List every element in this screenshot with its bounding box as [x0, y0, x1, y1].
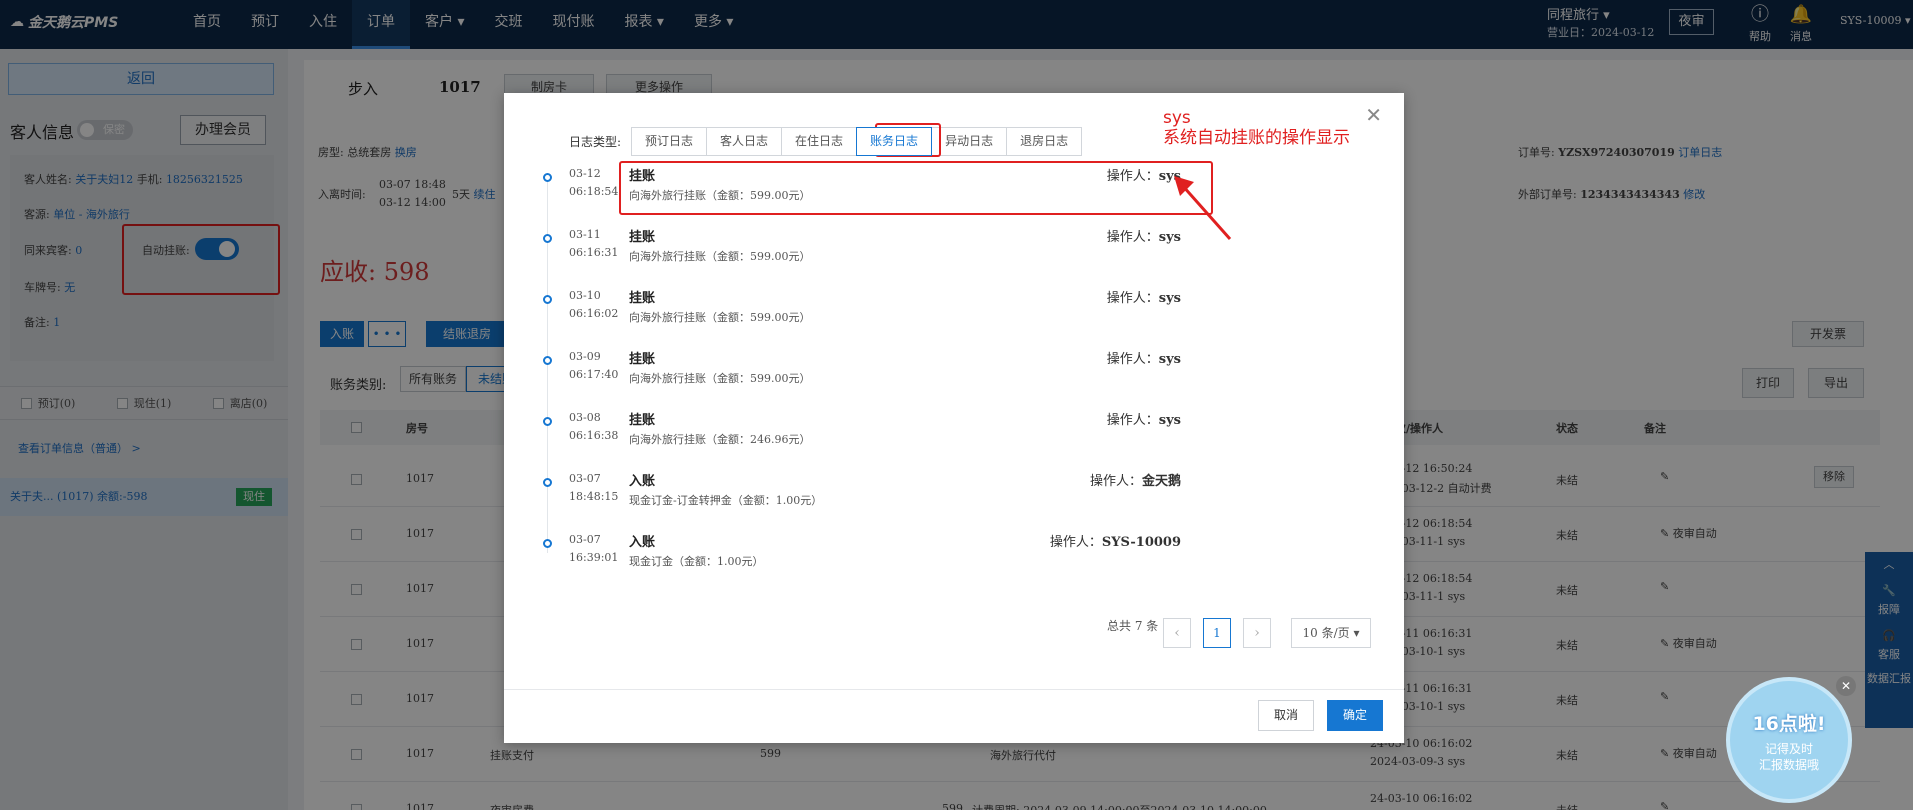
entry-description: 现金订金（金额：1.00元） — [629, 555, 764, 568]
log-entry: 03-08 06:16:38 挂账向海外旅行挂账（金额：246.96元） 操作人：sy… — [504, 409, 1404, 459]
log-entry: 03-11 06:16:31 挂账向海外旅行挂账（金额：599.00元） 操作人：sy… — [504, 226, 1404, 276]
entry-operator: 操作人：SYS-10009 — [1049, 535, 1181, 550]
entry-description: 向海外旅行挂账（金额：246.96元） — [629, 433, 811, 446]
entry-description: 向海外旅行挂账（金额：599.00元） — [629, 372, 811, 385]
entry-datetime: 03-09 06:17:40 — [569, 350, 619, 381]
tab-account-log[interactable]: 账务日志 — [856, 127, 933, 156]
next-page-button[interactable]: › — [1243, 618, 1271, 648]
timeline-dot — [543, 295, 552, 304]
entry-operator: 操作人：sys — [1106, 413, 1181, 428]
entry-datetime: 03-10 06:16:02 — [569, 289, 619, 320]
entry-datetime: 03-07 18:48:15 — [569, 472, 619, 503]
log-entry: 03-07 16:39:01 入账现金订金（金额：1.00元） 操作人：SYS-100… — [504, 531, 1404, 581]
cancel-button[interactable]: 取消 — [1258, 700, 1314, 731]
timeline-dot — [543, 539, 552, 548]
tab-reservation-log[interactable]: 预订日志 — [631, 127, 708, 156]
page-1-button[interactable]: 1 — [1203, 618, 1231, 648]
log-dialog: ✕ 日志类型: 预订日志 客人日志 在住日志 账务日志 异动日志 退房日志 03… — [504, 93, 1404, 743]
entry-title: 入账 — [629, 474, 656, 489]
total-count: 总共 7 条 — [1107, 619, 1159, 633]
entry-title: 挂账 — [629, 291, 656, 306]
entry-description: 向海外旅行挂账（金额：599.00元） — [629, 250, 811, 263]
close-icon[interactable]: ✕ — [1365, 103, 1382, 127]
entry-title: 挂账 — [629, 413, 656, 428]
log-type-tabs: 预订日志 客人日志 在住日志 账务日志 异动日志 退房日志 — [631, 127, 1083, 156]
log-entry: 03-09 06:17:40 挂账向海外旅行挂账（金额：599.00元） 操作人：sy… — [504, 348, 1404, 398]
entry-title: 入账 — [629, 535, 656, 550]
entry-datetime: 03-12 06:18:54 — [569, 167, 619, 198]
entry-datetime: 03-11 06:16:31 — [569, 228, 619, 259]
prev-page-button[interactable]: ‹ — [1163, 618, 1191, 648]
entry-operator: 操作人：sys — [1106, 230, 1181, 245]
highlight-first-entry — [619, 161, 1213, 215]
timeline-dot — [543, 478, 552, 487]
entry-title: 挂账 — [629, 352, 656, 367]
annotation-text: sys 系统自动挂账的操作显示 — [1163, 108, 1350, 148]
entry-operator: 操作人：sys — [1106, 352, 1181, 367]
page-size-select[interactable]: 10 条/页 ▾ — [1291, 618, 1371, 648]
entry-operator: 操作人：金天鹅 — [1089, 474, 1181, 489]
dialog-footer-divider — [504, 689, 1404, 690]
entry-description: 现金订金-订金转押金（金额：1.00元） — [629, 494, 823, 507]
log-entry: 03-10 06:16:02 挂账向海外旅行挂账（金额：599.00元） 操作人：sy… — [504, 287, 1404, 337]
timeline-dot — [543, 234, 552, 243]
timeline-dot — [543, 173, 552, 182]
annotation-arrow — [1174, 176, 1232, 240]
timeline-dot — [543, 356, 552, 365]
entry-datetime: 03-07 16:39:01 — [569, 533, 619, 564]
entry-datetime: 03-08 06:16:38 — [569, 411, 619, 442]
log-entry: 03-07 18:48:15 入账现金订金-订金转押金（金额：1.00元） 操作人：金… — [504, 470, 1404, 520]
confirm-button[interactable]: 确定 — [1327, 700, 1383, 731]
tab-change-log[interactable]: 异动日志 — [931, 127, 1008, 156]
close-promo-icon[interactable]: ✕ — [1836, 676, 1856, 696]
tab-checkout-log[interactable]: 退房日志 — [1006, 127, 1083, 156]
timeline-dot — [543, 417, 552, 426]
tab-guest-log[interactable]: 客人日志 — [706, 127, 783, 156]
log-type-label: 日志类型: — [569, 135, 622, 149]
entry-description: 向海外旅行挂账（金额：599.00元） — [629, 311, 811, 324]
promo-bubble[interactable]: 16点啦! 记得及时 汇报数据哦 — [1726, 677, 1852, 803]
tab-stay-log[interactable]: 在住日志 — [781, 127, 858, 156]
entry-title: 挂账 — [629, 230, 656, 245]
entry-operator: 操作人：sys — [1106, 291, 1181, 306]
